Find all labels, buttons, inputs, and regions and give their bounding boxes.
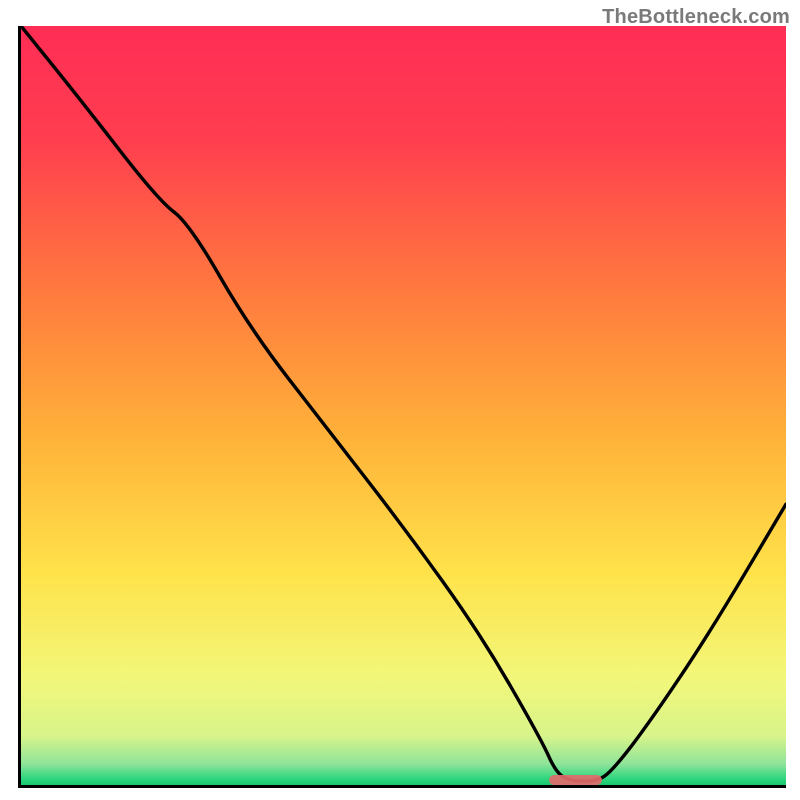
- plot-area: [18, 26, 786, 788]
- chart-frame: TheBottleneck.com: [0, 0, 800, 800]
- curve-layer: [21, 26, 786, 785]
- bottleneck-curve: [21, 26, 786, 781]
- optimal-range-marker: [549, 775, 603, 785]
